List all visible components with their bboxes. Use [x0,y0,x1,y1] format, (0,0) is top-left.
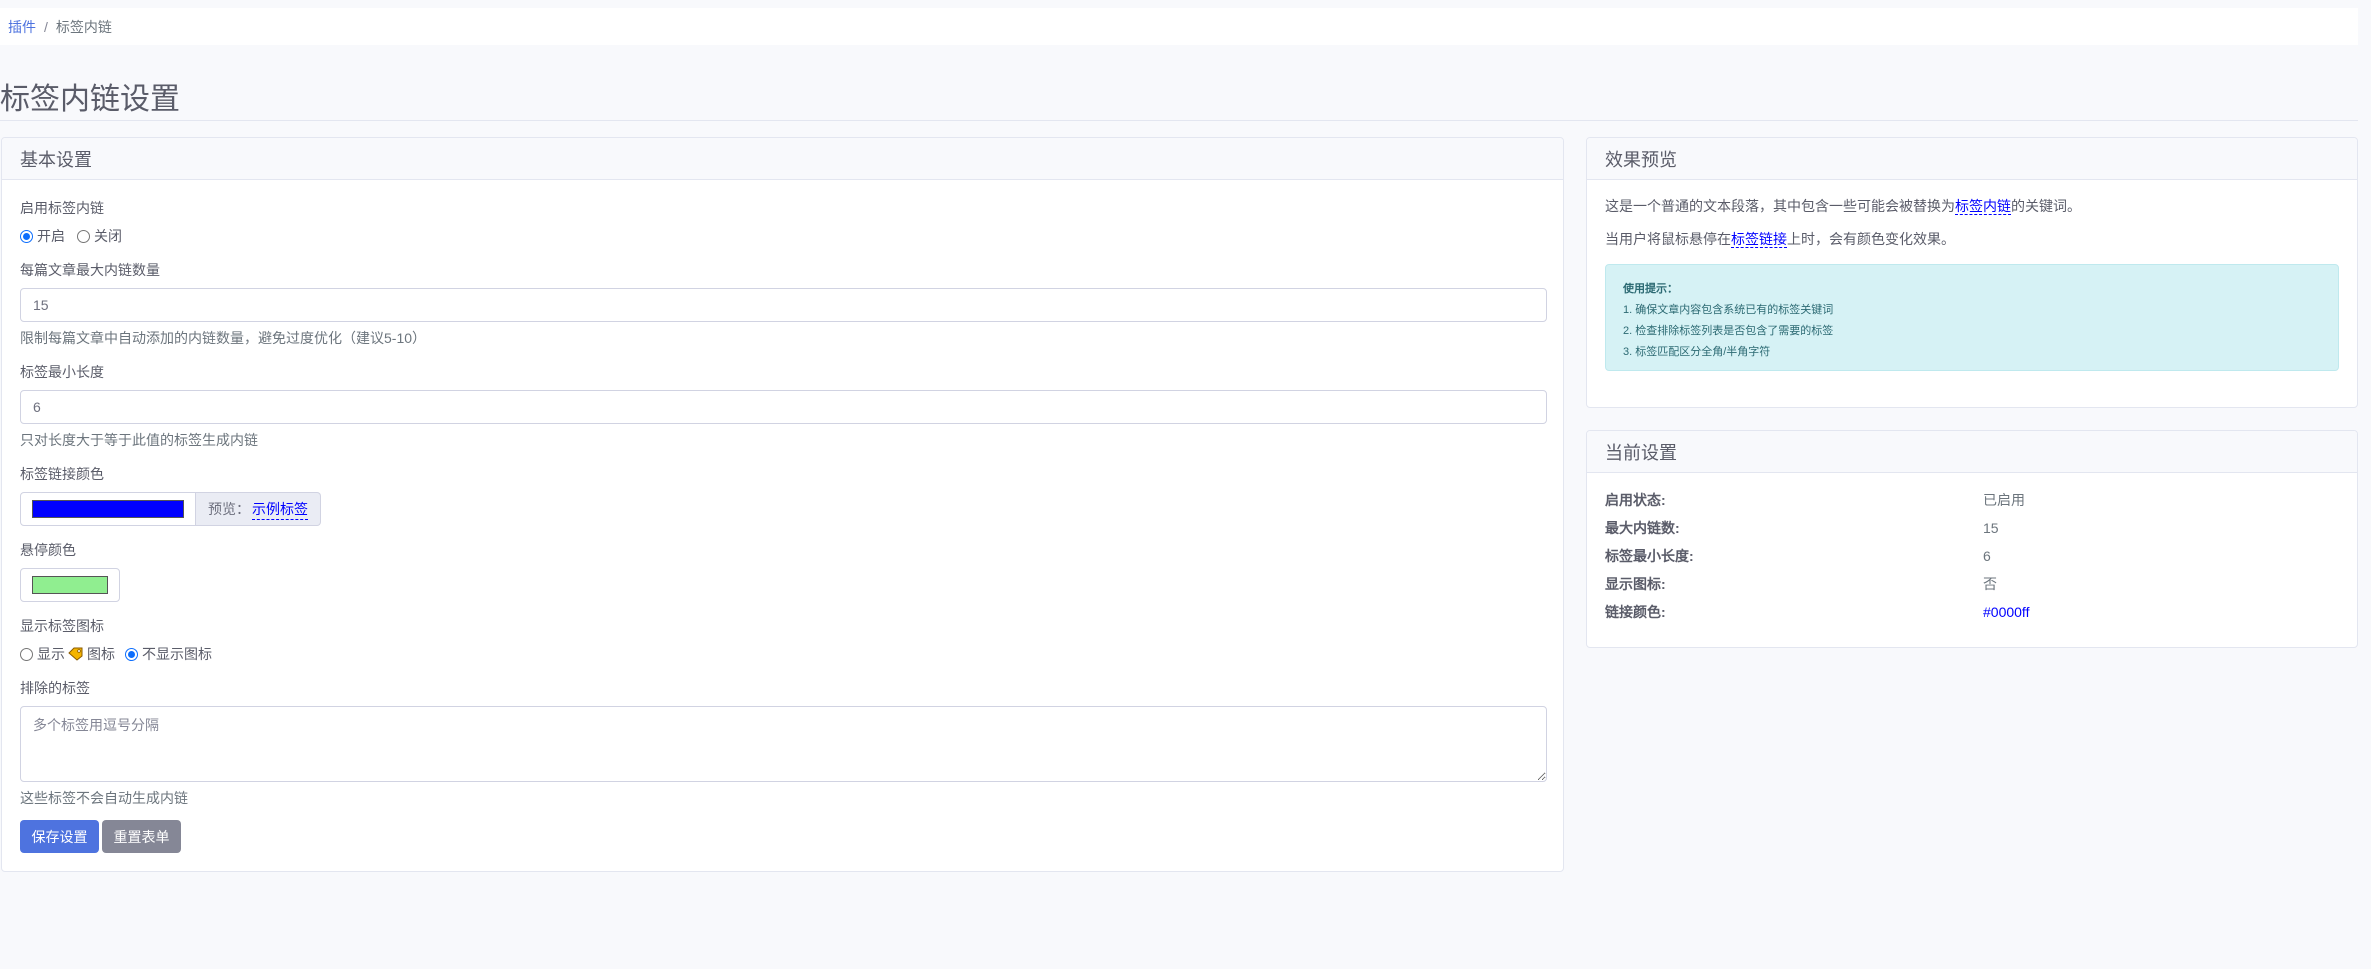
setting-value: 6 [1983,548,1991,564]
enable-off-radio[interactable] [77,229,90,243]
preview-sample-tag[interactable]: 示例标签 [252,499,308,520]
hover-color-label: 悬停颜色 [20,542,76,558]
page-title: 标签内链设置 [0,83,180,116]
setting-key: 启用状态: [1605,492,1666,508]
reset-button[interactable]: 重置表单 [102,820,181,853]
tips-title: 使用提示： [1623,282,1678,295]
setting-value: 已启用 [1983,492,2025,508]
tag-icon [68,647,83,661]
basic-settings-header: 基本设置 [2,138,1563,180]
setting-key: 显示图标: [1605,576,1666,592]
hover-color-picker[interactable] [20,568,120,602]
show-icon-suffix: 图标 [87,646,115,662]
setting-key: 最大内链数: [1605,520,1680,536]
show-icon-on-label: 显示 [37,646,65,662]
form-actions: 保存设置 重置表单 [20,820,1545,853]
min-length-help: 只对长度大于等于此值的标签生成内链 [20,432,258,448]
tip-item: 2. 检查排除标签列表是否包含了需要的标签 [1623,324,1834,337]
preview-card: 效果预览 这是一个普通的文本段落，其中包含一些可能会被替换为标签内链的关键词。 … [1586,137,2358,408]
settings-row-min-length: 标签最小长度: 6 [1605,542,2339,570]
preview-p1-after: 的关键词。 [2011,198,2081,214]
enable-on-option[interactable]: 开启 [20,226,65,246]
preview-paragraph-2: 当用户将鼠标悬停在标签链接上时，会有颜色变化效果。 [1605,230,2339,248]
preview-p2-text: 当用户将鼠标悬停在 [1605,230,1731,247]
usage-tips-box: 使用提示： 1. 确保文章内容包含系统已有的标签关键词 2. 检查排除标签列表是… [1605,263,2339,371]
link-color-preview: 预览： 示例标签 [196,492,321,526]
preview-header: 效果预览 [1587,138,2357,180]
exclude-help: 这些标签不会自动生成内链 [20,790,188,806]
enable-label: 启用标签内链 [20,200,104,216]
max-links-help: 限制每篇文章中自动添加的内链数量，避免过度优化（建议5-10） [20,330,427,346]
setting-value: 否 [1983,576,1997,592]
tip-item: 1. 确保文章内容包含系统已有的标签关键词 [1623,303,1834,316]
enable-on-radio[interactable] [20,229,33,243]
setting-value: 15 [1983,520,1999,536]
enable-on-label: 开启 [37,228,65,244]
breadcrumb-separator: / [44,18,48,35]
show-icon-off-option[interactable]: 不显示图标 [125,644,212,664]
current-settings-card: 当前设置 启用状态: 已启用 最大内链数: 15 标签最小长度: 6 显示图标:… [1586,430,2358,648]
hover-color-swatch [32,576,108,594]
max-links-label: 每篇文章最大内链数量 [20,262,160,278]
show-icon-off-label: 不显示图标 [142,646,212,662]
breadcrumb-plugins-link[interactable]: 插件 [8,17,36,37]
basic-settings-card: 基本设置 启用标签内链 开启 关闭 每篇文章最大内链数量 限制每篇文章中自动添加… [1,137,1564,872]
settings-row-status: 启用状态: 已启用 [1605,486,2339,514]
breadcrumb-current: 标签内链 [55,18,112,35]
settings-row-max-links: 最大内链数: 15 [1605,514,2339,542]
show-icon-on-option[interactable]: 显示 图标 [20,644,115,664]
preview-keyword-2[interactable]: 标签链接 [1731,230,1787,248]
max-links-input[interactable] [20,288,1547,322]
setting-key: 链接颜色: [1605,604,1666,620]
min-length-input[interactable] [20,390,1547,424]
exclude-tags-textarea[interactable] [20,706,1547,782]
title-divider [0,120,2358,121]
enable-off-label: 关闭 [94,228,122,244]
preview-p2-after: 上时，会有颜色变化效果。 [1787,230,1955,247]
current-settings-header: 当前设置 [1587,431,2357,473]
preview-paragraph-1: 这是一个普通的文本段落，其中包含一些可能会被替换为标签内链的关键词。 [1605,198,2339,215]
setting-value: #0000ff [1983,604,2030,620]
preview-p1-text: 这是一个普通的文本段落，其中包含一些可能会被替换为 [1605,198,1955,214]
settings-row-show-icon: 显示图标: 否 [1605,570,2339,598]
breadcrumb: 插件 / 标签内链 [0,8,2358,45]
link-color-swatch [32,500,184,518]
exclude-label: 排除的标签 [20,680,90,696]
show-icon-label: 显示标签图标 [20,618,104,634]
setting-key: 标签最小长度: [1605,548,1694,564]
tip-item: 3. 标签匹配区分全角/半角字符 [1623,345,1771,358]
preview-keyword-1[interactable]: 标签内链 [1955,198,2011,215]
preview-prefix: 预览： [208,501,250,517]
enable-off-option[interactable]: 关闭 [77,226,122,246]
show-icon-off-radio[interactable] [125,647,138,661]
link-color-label: 标签链接颜色 [20,466,104,482]
link-color-picker[interactable] [20,492,196,526]
min-length-label: 标签最小长度 [20,364,104,380]
settings-row-link-color: 链接颜色: #0000ff [1605,598,2339,626]
show-icon-on-radio[interactable] [20,647,33,661]
save-button[interactable]: 保存设置 [20,820,99,853]
